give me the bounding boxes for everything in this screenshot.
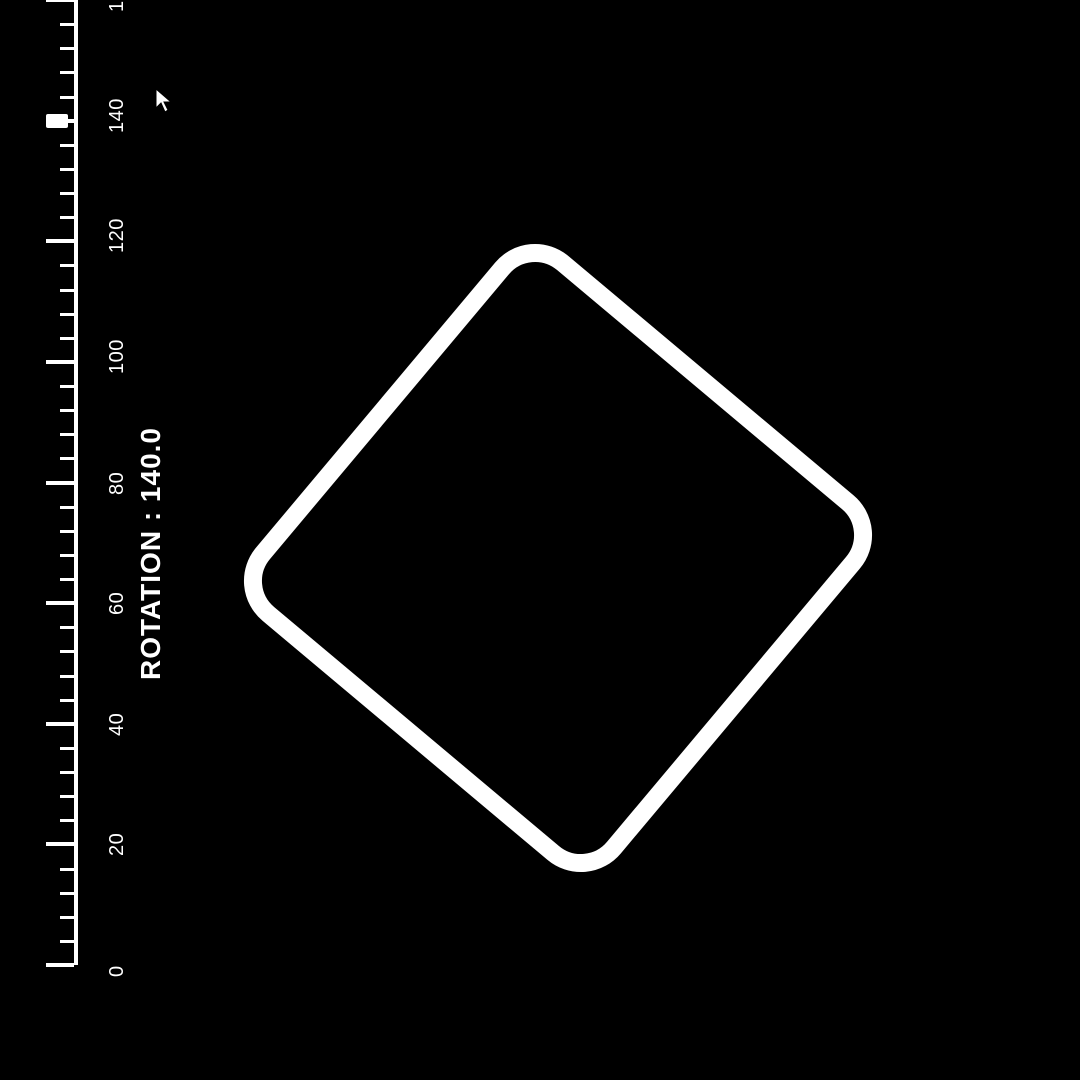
ruler-tick-minor xyxy=(60,192,74,195)
ruler-tick-minor xyxy=(60,940,74,943)
ruler-tick-major xyxy=(46,239,74,243)
ruler-tick-minor xyxy=(60,23,74,26)
ruler-tick-minor xyxy=(60,385,74,388)
ruler-tick-minor xyxy=(60,216,74,219)
ruler-tick-major xyxy=(46,722,74,726)
ruler-tick-minor xyxy=(60,96,74,99)
ruler-tick-minor xyxy=(60,144,74,147)
ruler-tick-minor xyxy=(60,530,74,533)
ruler-tick-minor xyxy=(60,168,74,171)
ruler-tick-minor xyxy=(60,313,74,316)
rotated-rectangle[interactable] xyxy=(223,223,894,894)
ruler-tick-minor xyxy=(60,771,74,774)
canvas-stage: ROTATION : 140.0 0 20 40 60 80 100 120 140 16 xyxy=(0,0,1080,1080)
ruler-tick-label: 120 xyxy=(106,218,129,253)
ruler-tick-minor xyxy=(60,554,74,557)
ruler-tick-minor xyxy=(60,47,74,50)
ruler-tick-minor xyxy=(60,289,74,292)
ruler-tick-label: 40 xyxy=(106,713,129,736)
ruler-tick-minor xyxy=(60,71,74,74)
ruler-tick-minor xyxy=(60,747,74,750)
ruler-tick-label: 80 xyxy=(106,471,129,494)
ruler-tick-minor xyxy=(60,868,74,871)
ruler-thumb[interactable] xyxy=(46,114,68,128)
ruler-tick-minor xyxy=(60,916,74,919)
ruler-tick-major xyxy=(46,842,74,846)
ruler-tick-major xyxy=(46,481,74,485)
ruler-tick-minor xyxy=(60,433,74,436)
ruler-tick-minor xyxy=(60,795,74,798)
rotation-readout: ROTATION : 140.0 xyxy=(135,427,167,680)
ruler-tick-minor xyxy=(60,264,74,267)
rotation-readout-label: ROTATION : xyxy=(135,502,166,680)
ruler-tick-minor xyxy=(60,578,74,581)
ruler-tick-major xyxy=(46,963,74,967)
ruler-tick-minor xyxy=(60,650,74,653)
ruler-tick-major xyxy=(46,360,74,364)
ruler-tick-label: 16 xyxy=(106,0,129,12)
ruler-tick-minor xyxy=(60,892,74,895)
ruler-tick-minor xyxy=(60,699,74,702)
cursor-icon xyxy=(155,88,173,114)
rotation-readout-value: 140.0 xyxy=(135,427,166,502)
ruler-tick-minor xyxy=(60,506,74,509)
ruler-tick-label: 60 xyxy=(106,592,129,615)
ruler-tick-label: 20 xyxy=(106,833,129,856)
ruler-tick-minor xyxy=(60,337,74,340)
ruler-tick-major xyxy=(46,601,74,605)
ruler-tick-minor xyxy=(60,675,74,678)
rotation-ruler[interactable] xyxy=(38,0,78,965)
ruler-tick-label: 0 xyxy=(106,965,129,977)
ruler-tick-major xyxy=(46,0,74,2)
ruler-tick-label: 140 xyxy=(106,98,129,133)
ruler-tick-label: 100 xyxy=(106,339,129,374)
ruler-tick-minor xyxy=(60,409,74,412)
ruler-tick-minor xyxy=(60,457,74,460)
ruler-tick-minor xyxy=(60,819,74,822)
ruler-tick-minor xyxy=(60,626,74,629)
